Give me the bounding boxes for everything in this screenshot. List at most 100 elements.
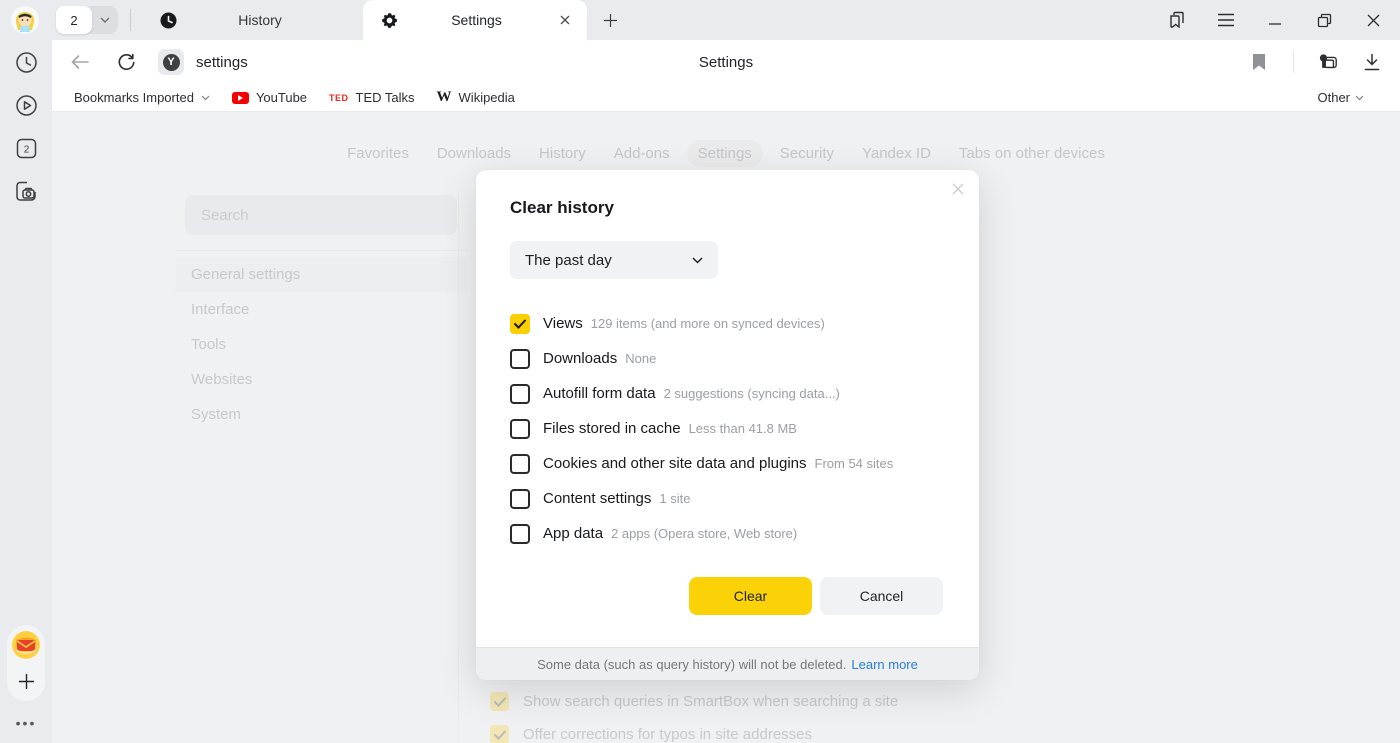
- checked-checkbox-dimmed[interactable]: [490, 692, 509, 711]
- history-option-views: Views129 items (and more on synced devic…: [510, 306, 943, 341]
- wikipedia-icon: W: [437, 89, 452, 106]
- settings-nav-favorites[interactable]: Favorites: [336, 140, 420, 167]
- checked-checkbox-dimmed[interactable]: [490, 725, 509, 743]
- background-option-label: Show search queries in SmartBox when sea…: [523, 693, 898, 710]
- option-label: Autofill form data: [543, 385, 656, 402]
- page-title: Settings: [52, 54, 1400, 71]
- profile-avatar[interactable]: [11, 6, 39, 34]
- bookmark-wikipedia-label: Wikipedia: [459, 90, 515, 105]
- bookmark-ted-label: TED Talks: [356, 90, 415, 105]
- settings-nav-settings[interactable]: Settings: [687, 140, 763, 167]
- option-label: Cookies and other site data and plugins: [543, 455, 807, 472]
- history-option-autofill-form-data: Autofill form data2 suggestions (syncing…: [510, 376, 943, 411]
- window-minimize-icon[interactable]: [1265, 10, 1285, 30]
- settings-menu-tools[interactable]: Tools: [175, 327, 467, 362]
- bookmark-wikipedia[interactable]: W Wikipedia: [437, 89, 515, 106]
- background-option-offer-corrections-for-typos-in: Offer corrections for typos in site addr…: [490, 725, 898, 743]
- history-option-content-settings: Content settings1 site: [510, 481, 943, 516]
- password-manager-icon[interactable]: [1318, 52, 1338, 72]
- tab-counter[interactable]: 2: [56, 6, 118, 34]
- settings-nav-history[interactable]: History: [528, 140, 597, 167]
- bookmarks-other-folder[interactable]: Other: [1317, 90, 1364, 105]
- time-period-value: The past day: [525, 252, 612, 269]
- sidebar-add-icon[interactable]: [14, 669, 38, 693]
- option-label: Files stored in cache: [543, 420, 681, 437]
- menu-separator: [175, 250, 467, 251]
- settings-nav-add-ons[interactable]: Add-ons: [603, 140, 681, 167]
- history-option-app-data: App data2 apps (Opera store, Web store): [510, 516, 943, 551]
- tab-history[interactable]: History: [135, 0, 363, 40]
- avatar-icon: [11, 6, 39, 34]
- address-url[interactable]: settings: [196, 54, 248, 71]
- bookmark-youtube-label: YouTube: [256, 90, 307, 105]
- dialog-footer: Some data (such as query history) will n…: [476, 647, 979, 680]
- bookmark-ted-talks[interactable]: TED TED Talks: [329, 90, 415, 105]
- autofill-form-data-checkbox[interactable]: [510, 384, 530, 404]
- downloads-icon[interactable]: [1362, 52, 1382, 72]
- sidebar-screenshot-icon[interactable]: [13, 178, 39, 204]
- clear-history-dialog: Clear history The past day Views129 item…: [476, 170, 979, 680]
- reload-button[interactable]: [112, 48, 140, 76]
- menu-hamburger-icon[interactable]: [1216, 10, 1236, 30]
- downloads-checkbox[interactable]: [510, 349, 530, 369]
- history-clock-icon: [160, 12, 177, 29]
- background-option-label: Offer corrections for typos in site addr…: [523, 726, 812, 743]
- window-close-icon[interactable]: [1363, 10, 1383, 30]
- views-checkbox[interactable]: [510, 314, 530, 334]
- content-settings-checkbox[interactable]: [510, 489, 530, 509]
- option-detail: None: [625, 351, 656, 366]
- chevron-down-icon: [201, 95, 210, 101]
- settings-menu-websites[interactable]: Websites: [175, 362, 467, 397]
- chevron-down-icon: [1355, 95, 1364, 101]
- sidebar-more-icon[interactable]: •••: [16, 715, 37, 731]
- option-detail: From 54 sites: [815, 456, 894, 471]
- settings-search-input[interactable]: Search: [185, 195, 457, 235]
- tab-list-chevron-icon[interactable]: [92, 17, 118, 23]
- settings-nav-yandex-id[interactable]: Yandex ID: [851, 140, 942, 167]
- sidebar-history-icon[interactable]: [13, 49, 39, 75]
- bookmark-flag-icon[interactable]: [1249, 52, 1269, 72]
- settings-menu-general-settings[interactable]: General settings: [175, 257, 467, 292]
- sidebar-video-icon[interactable]: [13, 92, 39, 118]
- settings-nav-downloads[interactable]: Downloads: [426, 140, 522, 167]
- tabbar-divider: [130, 9, 131, 31]
- tab-history-label: History: [177, 12, 363, 28]
- settings-nav-tabs-on-other-devices[interactable]: Tabs on other devices: [948, 140, 1116, 167]
- learn-more-link[interactable]: Learn more: [851, 657, 917, 672]
- clear-button[interactable]: Clear: [689, 577, 812, 615]
- site-favicon[interactable]: Y: [158, 49, 184, 75]
- background-option-list: Show search queries in SmartBox when sea…: [490, 692, 898, 743]
- option-label: Downloads: [543, 350, 617, 367]
- history-option-downloads: Downloads None: [510, 341, 943, 376]
- new-tab-button[interactable]: [595, 5, 625, 35]
- bookmark-youtube[interactable]: YouTube: [232, 90, 307, 105]
- tab-count-value[interactable]: 2: [56, 6, 92, 34]
- option-label: Content settings: [543, 490, 651, 507]
- bookmarks-bar: Bookmarks Imported YouTube TED TED Talks…: [52, 84, 1400, 112]
- dialog-title: Clear history: [510, 198, 943, 218]
- cookies-and-other-site-data-and-plugins-checkbox[interactable]: [510, 454, 530, 474]
- settings-menu-system[interactable]: System: [175, 397, 467, 432]
- settings-nav-security[interactable]: Security: [769, 140, 845, 167]
- yandex-mail-icon[interactable]: [12, 631, 40, 659]
- settings-menu-interface[interactable]: Interface: [175, 292, 467, 327]
- bookmarks-other-label: Other: [1317, 90, 1350, 105]
- cancel-button[interactable]: Cancel: [820, 577, 943, 615]
- dialog-close-icon[interactable]: [947, 178, 969, 200]
- files-stored-in-cache-checkbox[interactable]: [510, 419, 530, 439]
- option-detail: 2 apps (Opera store, Web store): [611, 526, 797, 541]
- background-option-show-search-queries-in-smartbo: Show search queries in SmartBox when sea…: [490, 692, 898, 711]
- tab-settings-active[interactable]: Settings: [363, 0, 587, 40]
- sidebar-tabs-icon[interactable]: 2: [13, 135, 39, 161]
- option-label: Views: [543, 315, 583, 332]
- side-panels-icon[interactable]: [1167, 10, 1187, 30]
- settings-menu-list: General settingsInterfaceToolsWebsitesSy…: [185, 257, 457, 432]
- app-data-checkbox[interactable]: [510, 524, 530, 544]
- time-period-select[interactable]: The past day: [510, 241, 718, 279]
- back-button[interactable]: [66, 48, 94, 76]
- gear-icon: [381, 12, 398, 29]
- bookmarks-imported-folder[interactable]: Bookmarks Imported: [74, 90, 210, 105]
- tab-close-icon[interactable]: [555, 10, 575, 30]
- history-option-files-stored-in-cache: Files stored in cacheLess than 41.8 MB: [510, 411, 943, 446]
- window-restore-icon[interactable]: [1314, 10, 1334, 30]
